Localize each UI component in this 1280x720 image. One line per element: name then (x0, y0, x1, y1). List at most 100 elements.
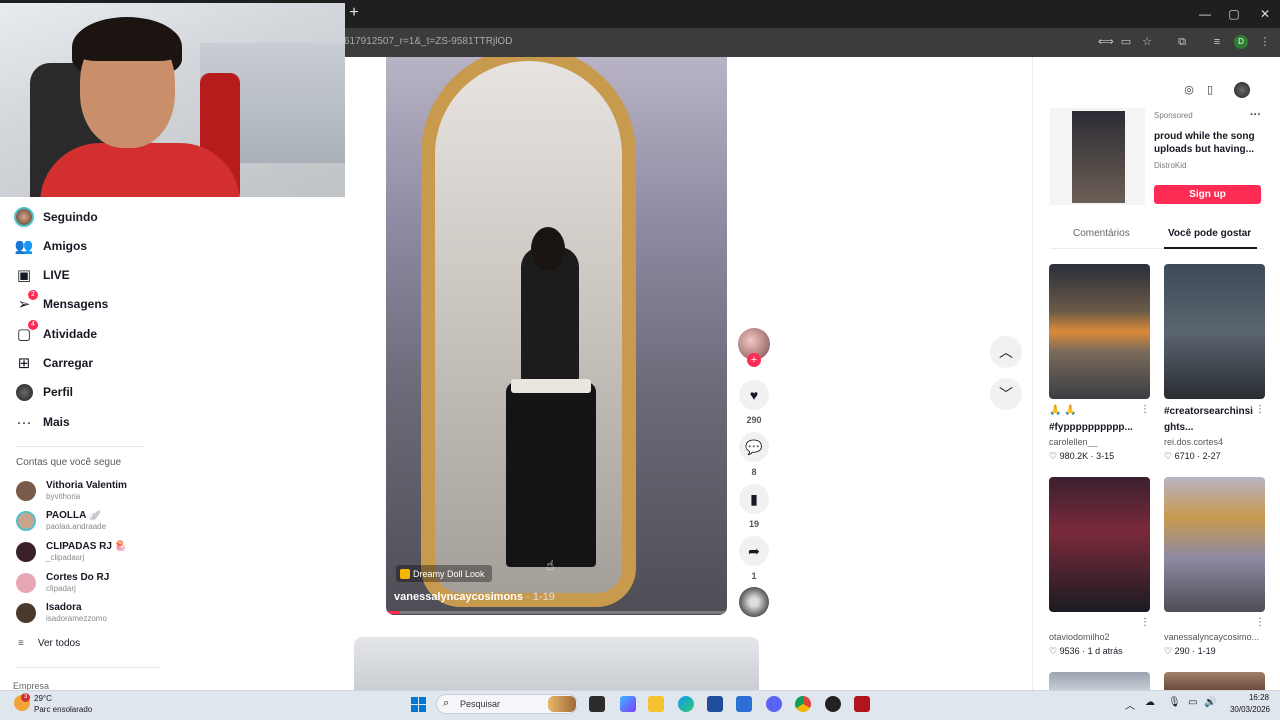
following-account[interactable]: Cortes Do RJ clipadarj (16, 570, 109, 596)
video-progress-bar[interactable] (386, 611, 727, 614)
edge-icon[interactable] (678, 696, 694, 712)
chrome-icon[interactable] (795, 696, 811, 712)
nav-activity[interactable]: ▢ 4 Atividade (14, 320, 97, 346)
account-handle: byvithoria (46, 492, 81, 501)
ad-signup-button[interactable]: Sign up (1154, 185, 1261, 204)
translate-icon[interactable]: ⟺ (1098, 35, 1114, 49)
video-player[interactable]: Dreamy Doll Look vanessalyncaycosimons ·… (386, 57, 727, 615)
following-account[interactable]: CLIPADAS RJ 🪼 _clipadasrj (16, 539, 127, 565)
comment-icon: 💬 (745, 438, 763, 455)
share-button[interactable]: ➦ (739, 536, 769, 566)
store-icon[interactable] (707, 696, 723, 712)
like-button[interactable]: ♥ (739, 380, 769, 410)
suggested-caption[interactable]: ghts... (1164, 421, 1260, 434)
file-explorer-icon[interactable] (648, 696, 664, 712)
tab-comments[interactable]: Comentários (1073, 228, 1130, 239)
account-name: Cortes Do RJ (46, 572, 110, 583)
weather-temperature[interactable]: 29°C (34, 694, 52, 703)
suggested-author[interactable]: carolellen__ (1049, 437, 1147, 447)
suggested-author[interactable]: rei.dos.cortes4 (1164, 437, 1262, 447)
comment-count: 8 (751, 467, 757, 477)
music-disc-icon[interactable] (739, 587, 769, 617)
card-more-icon[interactable]: ⋮ (1255, 617, 1265, 628)
suggested-video-thumbnail[interactable] (1049, 264, 1150, 399)
following-account[interactable]: Isadora isadoramezzomo (16, 600, 107, 626)
following-account[interactable]: PAOLLA 🪽 paolaa.andraade (16, 508, 106, 534)
browser-profile-avatar[interactable]: D (1234, 35, 1248, 49)
ad-more-icon[interactable]: ··· (1250, 109, 1261, 121)
weather-description[interactable]: Parc ensolarado (34, 705, 92, 714)
suggested-caption[interactable]: #creatorsearchinsi (1164, 405, 1260, 418)
discord-icon[interactable] (766, 696, 782, 712)
previous-video-button[interactable]: ︿ (990, 336, 1022, 368)
minimize-button[interactable]: — (1190, 5, 1220, 23)
start-button[interactable] (411, 697, 426, 712)
nav-profile[interactable]: Perfil (14, 380, 73, 404)
nav-following[interactable]: Seguindo (14, 205, 98, 229)
save-button[interactable]: ▮ (739, 484, 769, 514)
app-icon[interactable] (825, 696, 841, 712)
media-control-icon[interactable]: ≡ (1210, 35, 1224, 49)
copilot-icon[interactable] (620, 696, 636, 712)
user-avatar[interactable] (1234, 82, 1250, 98)
close-window-button[interactable]: ✕ (1250, 5, 1280, 23)
adobe-icon[interactable] (854, 696, 870, 712)
extensions-icon[interactable]: ⧉ (1175, 35, 1189, 49)
suggested-video-thumbnail[interactable] (1049, 477, 1150, 612)
card-more-icon[interactable]: ⋮ (1255, 404, 1265, 415)
card-more-icon[interactable]: ⋮ (1140, 404, 1150, 415)
following-account[interactable]: Vithoria Valentim byvithoria (16, 478, 127, 504)
mouse-cursor-icon: ☝ (546, 557, 555, 573)
effect-tag[interactable]: Dreamy Doll Look (396, 565, 492, 582)
tab-you-may-like[interactable]: Você pode gostar (1168, 228, 1251, 239)
browser-menu-icon[interactable]: ⋮ (1258, 35, 1272, 49)
url-text[interactable]: 617912507_r=1&_t=ZS-9581TTRjlOD (344, 36, 512, 47)
network-icon[interactable]: ▭ (1188, 697, 1197, 708)
clock-date[interactable]: 30/03/2026 (1218, 705, 1270, 714)
account-name: Vithoria Valentim (46, 480, 127, 491)
comment-button[interactable]: 💬 (739, 432, 769, 462)
activity-icon: ▢ 4 (14, 320, 38, 344)
webcam-overlay (0, 3, 345, 197)
video-author[interactable]: vanessalyncaycosimons · 1-19 (394, 591, 555, 603)
task-view-icon[interactable] (589, 696, 605, 712)
suggested-caption[interactable]: #fypppppppppp... (1049, 421, 1145, 434)
suggested-author[interactable]: vanessalyncaycosimo... (1164, 632, 1262, 642)
nav-label: Seguindo (43, 210, 98, 224)
share-arrow-icon: ➦ (748, 542, 760, 559)
nav-messages[interactable]: ➢ 2 Mensagens (14, 290, 108, 316)
follow-plus-button[interactable]: + (747, 353, 761, 367)
bookmark-star-icon[interactable]: ☆ (1140, 35, 1154, 49)
outlook-icon[interactable] (736, 696, 752, 712)
clock-time[interactable]: 16:28 (1239, 693, 1269, 702)
maximize-button[interactable]: ▢ (1219, 5, 1249, 23)
ad-thumbnail[interactable] (1072, 111, 1125, 203)
cast-icon[interactable]: ▭ (1119, 35, 1133, 49)
nav-more[interactable]: ··· Mais (14, 410, 70, 434)
card-more-icon[interactable]: ⋮ (1140, 617, 1150, 628)
account-handle: isadoramezzomo (46, 614, 107, 623)
new-tab-button[interactable]: + (347, 5, 361, 21)
nav-friends[interactable]: 👥 Amigos (14, 234, 87, 258)
suggested-video-thumbnail[interactable] (1049, 672, 1150, 690)
ad-title[interactable]: proud while the song uploads but having.… (1154, 130, 1264, 156)
tray-overflow-icon[interactable]: ︿ (1125, 697, 1135, 712)
save-count: 19 (748, 519, 759, 529)
tray-app-icon[interactable]: ☁ (1145, 697, 1155, 708)
suggested-video-thumbnail[interactable] (1164, 477, 1265, 612)
suggested-author[interactable]: otaviodomilho2 (1049, 632, 1147, 642)
explore-compass-icon[interactable]: ◎ (1181, 82, 1197, 98)
nav-upload[interactable]: ⊞ Carregar (14, 351, 93, 375)
messages-badge: 2 (28, 290, 38, 300)
mobile-device-icon[interactable]: ▯ (1202, 82, 1218, 98)
next-video-button[interactable]: ﹀ (990, 378, 1022, 410)
microphone-icon[interactable]: 🎙 (1168, 697, 1181, 708)
suggested-video-thumbnail[interactable] (1164, 672, 1265, 690)
see-all-link[interactable]: ≡ Ver todos (18, 638, 80, 649)
suggested-video-thumbnail[interactable] (1164, 264, 1265, 399)
nav-live[interactable]: ▣ LIVE (14, 263, 70, 287)
volume-icon[interactable]: 🔊 (1204, 697, 1216, 708)
next-video-preview[interactable] (354, 637, 759, 697)
avatar (16, 573, 36, 593)
avatar (16, 481, 36, 501)
